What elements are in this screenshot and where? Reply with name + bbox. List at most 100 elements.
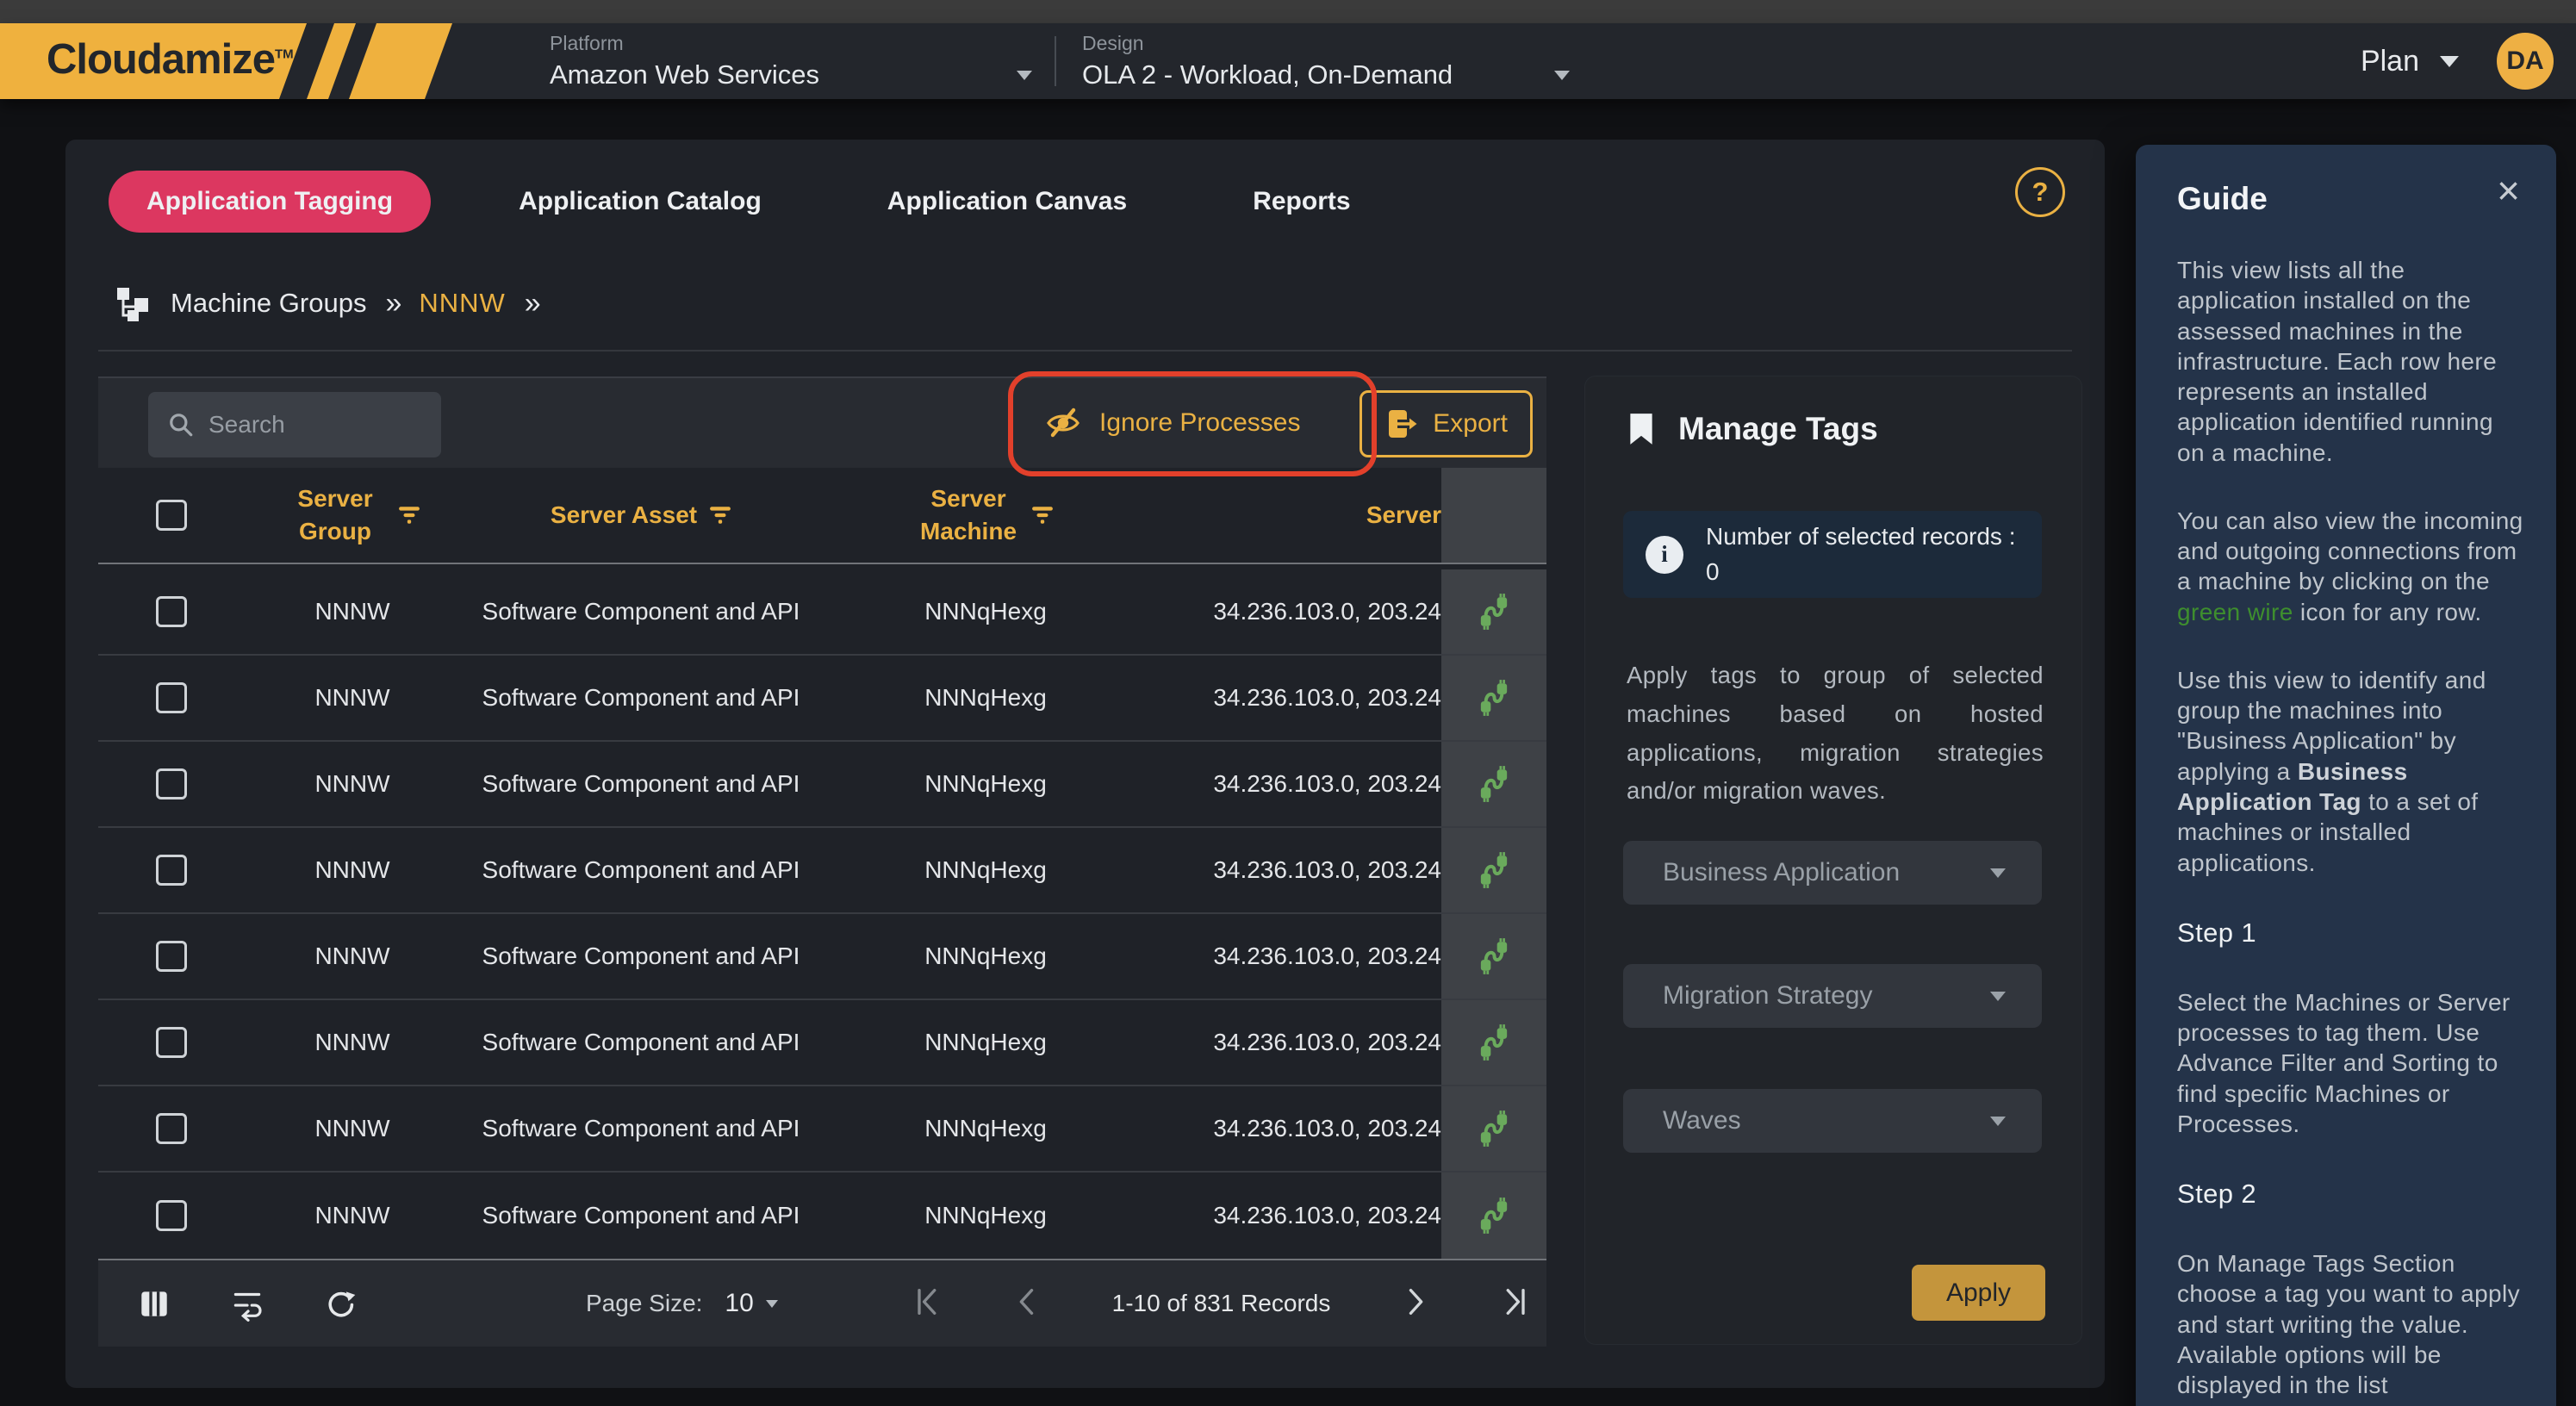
wrap-text-icon[interactable] [229,1285,265,1322]
guide-step2-text: On Manage Tags Section choose a tag you … [2177,1248,2523,1400]
ignore-processes-label: Ignore Processes [1099,408,1300,438]
breadcrumb-current[interactable]: NNNW [419,288,505,319]
search-icon [167,411,195,439]
chevron-down-icon [1990,1117,2006,1126]
export-button[interactable]: Export [1360,390,1533,457]
cell-server-group: NNNW [245,569,460,654]
connections-wire-icon[interactable] [1474,1109,1514,1148]
chevron-down-icon[interactable] [1554,71,1570,80]
filter-icon[interactable] [709,505,731,526]
filter-icon[interactable] [1031,505,1054,526]
first-page-icon[interactable] [913,1285,943,1323]
machine-groups-icon [114,284,152,322]
close-icon[interactable]: × [2497,171,2520,210]
eye-off-icon [1044,404,1082,442]
search-input[interactable] [208,411,520,439]
column-header-server-asset[interactable]: Server Asset [551,501,697,529]
search-box[interactable] [148,392,441,457]
page-size-select[interactable]: 10 [725,1289,777,1318]
ignore-processes-button[interactable]: Ignore Processes [1044,378,1300,468]
design-selector[interactable]: Design OLA 2 - Workload, On-Demand [1082,32,1570,90]
cell-server-ip: 34.236.103.0, 203.24 [1149,856,1441,884]
cell-server-machine: NNNqHexg [822,1000,1149,1085]
page-size-label: Page Size: [586,1290,702,1317]
row-checkbox[interactable] [156,682,187,713]
connections-wire-icon[interactable] [1474,850,1514,890]
guide-body: This view lists all the application inst… [2177,255,2523,1406]
row-checkbox[interactable] [156,855,187,886]
previous-page-icon[interactable] [1012,1285,1042,1323]
row-checkbox[interactable] [156,768,187,799]
breadcrumb-separator: » [525,287,539,320]
row-checkbox[interactable] [156,596,187,627]
refresh-icon[interactable] [322,1285,358,1322]
apply-button[interactable]: Apply [1912,1265,2045,1321]
cell-server-group: NNNW [245,1173,460,1259]
plan-menu[interactable]: Plan [2361,45,2459,78]
table-row[interactable]: NNNW Software Component and API NNNqHexg… [98,1086,1546,1173]
help-button[interactable]: ? [2015,167,2065,217]
migration-strategy-dropdown[interactable]: Migration Strategy [1623,964,2042,1028]
column-header-server-machine[interactable]: Server Machine [918,482,1019,548]
table-row[interactable]: NNNW Software Component and API NNNqHexg… [98,1000,1546,1086]
connections-wire-icon[interactable] [1474,1023,1514,1062]
view-columns-icon[interactable] [136,1285,172,1322]
manage-tags-description: Apply tags to group of selected machines… [1627,656,2044,811]
row-checkbox[interactable] [156,1113,187,1144]
design-label: Design [1082,32,1570,55]
chevron-down-icon[interactable] [1017,71,1032,80]
cell-server-ip: 34.236.103.0, 203.24 [1149,770,1441,798]
connections-wire-icon[interactable] [1474,936,1514,976]
row-checkbox[interactable] [156,1200,187,1231]
pagination: 1-10 of 831 Records [913,1285,1529,1323]
row-checkbox[interactable] [156,941,187,972]
table-row[interactable]: NNNW Software Component and API NNNqHexg… [98,569,1546,656]
breadcrumb-root[interactable]: Machine Groups [171,288,366,319]
user-avatar[interactable]: DA [2497,33,2554,90]
guide-paragraph: Use this view to identify and group the … [2177,665,2523,878]
cell-server-asset: Software Component and API [460,656,822,740]
cell-server-group: NNNW [245,914,460,999]
last-page-icon[interactable] [1500,1285,1529,1323]
guide-paragraph: You can also view the incoming and outgo… [2177,506,2523,627]
logo-wordmark: CloudamizeTM [47,35,294,84]
connections-wire-icon[interactable] [1474,592,1514,631]
tab-reports[interactable]: Reports [1215,171,1388,233]
cell-server-asset: Software Component and API [460,914,822,999]
cell-server-asset: Software Component and API [460,1173,822,1259]
waves-dropdown[interactable]: Waves [1623,1089,2042,1153]
column-header-server-group[interactable]: Server Group [284,482,386,548]
tab-bar: Application Tagging Application Catalog … [109,171,1439,233]
cell-server-machine: NNNqHexg [822,742,1149,826]
chevron-down-icon [1990,992,2006,1001]
tab-application-catalog[interactable]: Application Catalog [481,171,800,233]
cell-server-machine: NNNqHexg [822,828,1149,912]
table-row[interactable]: NNNW Software Component and API NNNqHexg… [98,914,1546,1000]
cell-server-ip: 34.236.103.0, 203.24 [1149,1115,1441,1142]
header-divider [1055,36,1056,86]
column-header-server-truncated[interactable]: Server [1366,501,1441,529]
cell-server-group: NNNW [245,1086,460,1171]
cell-server-ip: 34.236.103.0, 203.24 [1149,1202,1441,1229]
business-application-dropdown[interactable]: Business Application [1623,841,2042,905]
table-row[interactable]: NNNW Software Component and API NNNqHexg… [98,1173,1546,1259]
plan-label: Plan [2361,45,2419,78]
cell-server-group: NNNW [245,1000,460,1085]
platform-label: Platform [550,32,1032,55]
export-label: Export [1433,409,1508,439]
table-row[interactable]: NNNW Software Component and API NNNqHexg… [98,656,1546,742]
tab-application-canvas[interactable]: Application Canvas [849,171,1165,233]
filter-icon[interactable] [398,505,420,526]
table-row[interactable]: NNNW Software Component and API NNNqHexg… [98,742,1546,828]
row-checkbox[interactable] [156,1027,187,1058]
connections-wire-icon[interactable] [1474,678,1514,718]
connections-wire-icon[interactable] [1474,1196,1514,1235]
table-row[interactable]: NNNW Software Component and API NNNqHexg… [98,828,1546,914]
connections-wire-icon[interactable] [1474,764,1514,804]
platform-selector[interactable]: Platform Amazon Web Services [550,32,1032,90]
next-page-icon[interactable] [1401,1285,1430,1323]
selected-records-info: i Number of selected records : 0 [1623,511,2042,598]
table-toolbar: Ignore Processes Export [98,376,1546,468]
tab-application-tagging[interactable]: Application Tagging [109,171,431,233]
select-all-checkbox[interactable] [156,500,187,531]
